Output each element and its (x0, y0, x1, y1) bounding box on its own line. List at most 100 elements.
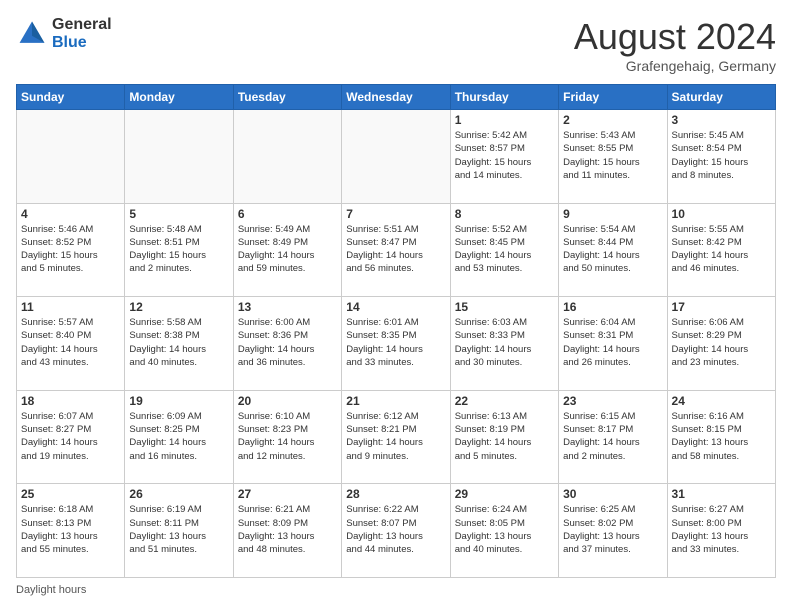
calendar-cell: 28 Sunrise: 6:22 AM Sunset: 8:07 PM Dayli… (342, 484, 450, 578)
calendar-cell: 16Sunrise: 6:04 AM Sunset: 8:31 PM Dayli… (559, 297, 667, 391)
calendar-cell: 29 Sunrise: 6:24 AM Sunset: 8:05 PM Dayli… (450, 484, 558, 578)
calendar-cell: 13Sunrise: 6:00 AM Sunset: 8:36 PM Dayli… (233, 297, 341, 391)
calendar-cell: 8 Sunrise: 5:52 AM Sunset: 8:45 PM Daylig… (450, 203, 558, 297)
day-number: 14 (346, 300, 445, 314)
calendar-header: Sunday Monday Tuesday Wednesday Thursday… (17, 85, 776, 110)
day-number: 22 (455, 394, 554, 408)
day-info: Sunrise: 5:55 AM Sunset: 8:42 PM Dayligh… (672, 223, 771, 276)
day-info: Sunrise: 5:43 AM Sunset: 8:55 PM Dayligh… (563, 129, 662, 182)
col-saturday: Saturday (667, 85, 775, 110)
week-row-4: 18Sunrise: 6:07 AM Sunset: 8:27 PM Dayli… (17, 390, 776, 484)
day-info: Sunrise: 6:25 AM Sunset: 8:02 PM Dayligh… (563, 503, 662, 556)
calendar-cell: 23 Sunrise: 6:15 AM Sunset: 8:17 PM Dayli… (559, 390, 667, 484)
calendar-table: Sunday Monday Tuesday Wednesday Thursday… (16, 84, 776, 578)
day-info: Sunrise: 6:13 AM Sunset: 8:19 PM Dayligh… (455, 410, 554, 463)
day-number: 10 (672, 207, 771, 221)
calendar-body: 1 Sunrise: 5:42 AM Sunset: 8:57 PM Daylig… (17, 110, 776, 578)
col-thursday: Thursday (450, 85, 558, 110)
week-row-2: 4Sunrise: 5:46 AM Sunset: 8:52 PM Daylig… (17, 203, 776, 297)
header: General Blue August 2024 Grafengehaig, G… (16, 16, 776, 74)
day-info: Sunrise: 6:16 AM Sunset: 8:15 PM Dayligh… (672, 410, 771, 463)
day-info: Sunrise: 6:15 AM Sunset: 8:17 PM Dayligh… (563, 410, 662, 463)
calendar-cell (17, 110, 125, 204)
day-info: Sunrise: 6:22 AM Sunset: 8:07 PM Dayligh… (346, 503, 445, 556)
col-monday: Monday (125, 85, 233, 110)
day-info: Sunrise: 6:18 AM Sunset: 8:13 PM Dayligh… (21, 503, 120, 556)
day-info: Sunrise: 6:00 AM Sunset: 8:36 PM Dayligh… (238, 316, 337, 369)
day-info: Sunrise: 6:21 AM Sunset: 8:09 PM Dayligh… (238, 503, 337, 556)
calendar-cell: 20 Sunrise: 6:10 AM Sunset: 8:23 PM Dayli… (233, 390, 341, 484)
day-info: Sunrise: 6:27 AM Sunset: 8:00 PM Dayligh… (672, 503, 771, 556)
page: General Blue August 2024 Grafengehaig, G… (0, 0, 792, 612)
calendar-cell: 4Sunrise: 5:46 AM Sunset: 8:52 PM Daylig… (17, 203, 125, 297)
day-info: Sunrise: 5:48 AM Sunset: 8:51 PM Dayligh… (129, 223, 228, 276)
day-number: 23 (563, 394, 662, 408)
day-number: 24 (672, 394, 771, 408)
title-section: August 2024 Grafengehaig, Germany (574, 16, 776, 74)
day-info: Sunrise: 6:12 AM Sunset: 8:21 PM Dayligh… (346, 410, 445, 463)
day-number: 25 (21, 487, 120, 501)
day-info: Sunrise: 6:19 AM Sunset: 8:11 PM Dayligh… (129, 503, 228, 556)
week-row-1: 1 Sunrise: 5:42 AM Sunset: 8:57 PM Daylig… (17, 110, 776, 204)
day-info: Sunrise: 6:09 AM Sunset: 8:25 PM Dayligh… (129, 410, 228, 463)
day-number: 15 (455, 300, 554, 314)
calendar-cell: 19 Sunrise: 6:09 AM Sunset: 8:25 PM Dayli… (125, 390, 233, 484)
calendar-cell: 15 Sunrise: 6:03 AM Sunset: 8:33 PM Dayli… (450, 297, 558, 391)
calendar-cell: 24 Sunrise: 6:16 AM Sunset: 8:15 PM Dayli… (667, 390, 775, 484)
day-number: 26 (129, 487, 228, 501)
day-number: 19 (129, 394, 228, 408)
logo: General Blue (16, 16, 112, 51)
day-info: Sunrise: 6:07 AM Sunset: 8:27 PM Dayligh… (21, 410, 120, 463)
calendar-cell: 26 Sunrise: 6:19 AM Sunset: 8:11 PM Dayli… (125, 484, 233, 578)
day-number: 8 (455, 207, 554, 221)
calendar-cell: 25 Sunrise: 6:18 AM Sunset: 8:13 PM Dayli… (17, 484, 125, 578)
calendar-cell: 1 Sunrise: 5:42 AM Sunset: 8:57 PM Daylig… (450, 110, 558, 204)
day-number: 20 (238, 394, 337, 408)
logo-general-text: General (52, 16, 112, 34)
day-info: Sunrise: 5:58 AM Sunset: 8:38 PM Dayligh… (129, 316, 228, 369)
footer: Daylight hours (16, 584, 776, 596)
day-number: 31 (672, 487, 771, 501)
calendar-cell (125, 110, 233, 204)
calendar-cell: 11Sunrise: 5:57 AM Sunset: 8:40 PM Dayli… (17, 297, 125, 391)
day-info: Sunrise: 6:01 AM Sunset: 8:35 PM Dayligh… (346, 316, 445, 369)
day-info: Sunrise: 5:45 AM Sunset: 8:54 PM Dayligh… (672, 129, 771, 182)
calendar-cell: 12Sunrise: 5:58 AM Sunset: 8:38 PM Dayli… (125, 297, 233, 391)
day-number: 4 (21, 207, 120, 221)
day-info: Sunrise: 5:54 AM Sunset: 8:44 PM Dayligh… (563, 223, 662, 276)
col-friday: Friday (559, 85, 667, 110)
day-number: 28 (346, 487, 445, 501)
calendar-cell: 14 Sunrise: 6:01 AM Sunset: 8:35 PM Dayli… (342, 297, 450, 391)
location: Grafengehaig, Germany (574, 58, 776, 74)
day-info: Sunrise: 5:42 AM Sunset: 8:57 PM Dayligh… (455, 129, 554, 182)
week-row-3: 11Sunrise: 5:57 AM Sunset: 8:40 PM Dayli… (17, 297, 776, 391)
day-number: 27 (238, 487, 337, 501)
day-number: 29 (455, 487, 554, 501)
day-info: Sunrise: 6:10 AM Sunset: 8:23 PM Dayligh… (238, 410, 337, 463)
day-info: Sunrise: 6:06 AM Sunset: 8:29 PM Dayligh… (672, 316, 771, 369)
calendar-cell (342, 110, 450, 204)
calendar-cell: 10 Sunrise: 5:55 AM Sunset: 8:42 PM Dayli… (667, 203, 775, 297)
day-number: 21 (346, 394, 445, 408)
day-number: 5 (129, 207, 228, 221)
calendar-cell: 9Sunrise: 5:54 AM Sunset: 8:44 PM Daylig… (559, 203, 667, 297)
day-info: Sunrise: 6:04 AM Sunset: 8:31 PM Dayligh… (563, 316, 662, 369)
day-info: Sunrise: 5:51 AM Sunset: 8:47 PM Dayligh… (346, 223, 445, 276)
col-wednesday: Wednesday (342, 85, 450, 110)
day-number: 1 (455, 113, 554, 127)
logo-text: General Blue (52, 16, 112, 51)
calendar-cell: 27 Sunrise: 6:21 AM Sunset: 8:09 PM Dayli… (233, 484, 341, 578)
day-number: 6 (238, 207, 337, 221)
day-info: Sunrise: 6:03 AM Sunset: 8:33 PM Dayligh… (455, 316, 554, 369)
day-info: Sunrise: 5:49 AM Sunset: 8:49 PM Dayligh… (238, 223, 337, 276)
calendar-cell: 22 Sunrise: 6:13 AM Sunset: 8:19 PM Dayli… (450, 390, 558, 484)
day-info: Sunrise: 5:52 AM Sunset: 8:45 PM Dayligh… (455, 223, 554, 276)
calendar-cell: 31 Sunrise: 6:27 AM Sunset: 8:00 PM Dayli… (667, 484, 775, 578)
logo-blue-text: Blue (52, 34, 112, 52)
calendar-cell: 18Sunrise: 6:07 AM Sunset: 8:27 PM Dayli… (17, 390, 125, 484)
day-info: Sunrise: 6:24 AM Sunset: 8:05 PM Dayligh… (455, 503, 554, 556)
calendar-cell: 21 Sunrise: 6:12 AM Sunset: 8:21 PM Dayli… (342, 390, 450, 484)
calendar-cell: 6 Sunrise: 5:49 AM Sunset: 8:49 PM Daylig… (233, 203, 341, 297)
week-row-5: 25 Sunrise: 6:18 AM Sunset: 8:13 PM Dayli… (17, 484, 776, 578)
day-info: Sunrise: 5:57 AM Sunset: 8:40 PM Dayligh… (21, 316, 120, 369)
